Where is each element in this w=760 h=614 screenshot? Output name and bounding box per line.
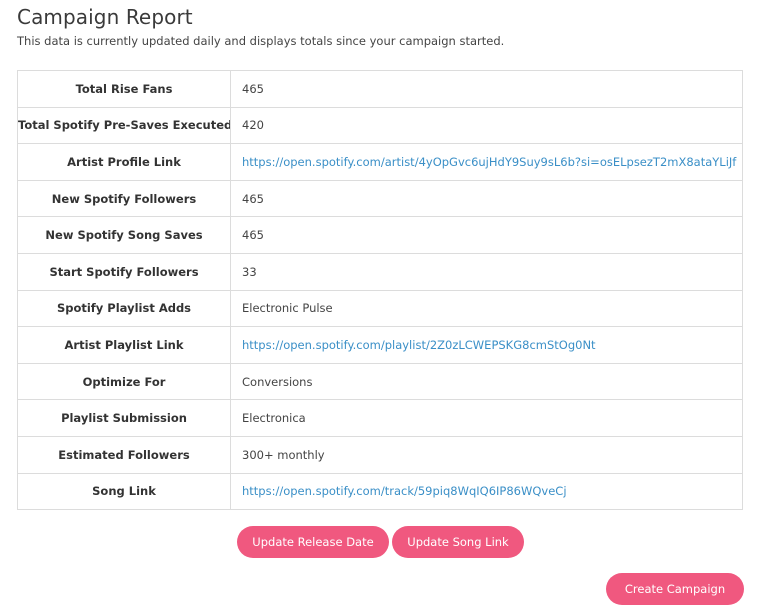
table-row-total-rise-fans: Total Rise Fans 465	[17, 70, 743, 108]
table-row-playlist-submission: Playlist Submission Electronica	[17, 399, 743, 437]
row-value-cell: https://open.spotify.com/playlist/2Z0zLC…	[230, 326, 743, 364]
row-label: Start Spotify Followers	[17, 252, 231, 291]
update-song-link-button[interactable]: Update Song Link	[392, 526, 524, 558]
row-value: Electronica	[230, 399, 743, 437]
row-label: New Spotify Song Saves	[17, 216, 231, 254]
table-row-new-song-saves: New Spotify Song Saves 465	[17, 216, 743, 254]
row-value: 465	[230, 179, 743, 217]
table-row-song-link: Song Link https://open.spotify.com/track…	[17, 472, 743, 510]
table-row-playlist-adds: Spotify Playlist Adds Electronic Pulse	[17, 289, 743, 327]
row-label: Spotify Playlist Adds	[17, 289, 231, 327]
table-row-artist-profile-link: Artist Profile Link https://open.spotify…	[17, 143, 743, 181]
song-link[interactable]: https://open.spotify.com/track/59piq8WqI…	[242, 484, 567, 498]
row-label: Artist Profile Link	[17, 143, 231, 181]
page-title: Campaign Report	[17, 5, 193, 29]
table-row-new-followers: New Spotify Followers 465	[17, 179, 743, 217]
table-row-estimated-followers: Estimated Followers 300+ monthly	[17, 435, 743, 474]
table-row-optimize-for: Optimize For Conversions	[17, 362, 743, 400]
artist-playlist-link[interactable]: https://open.spotify.com/playlist/2Z0zLC…	[242, 338, 596, 352]
table-row-artist-playlist-link: Artist Playlist Link https://open.spotif…	[17, 326, 743, 364]
row-value: 465	[242, 81, 264, 96]
table-row-total-pre-saves: Total Spotify Pre-Saves Executed 420	[17, 106, 743, 144]
row-value: 465	[230, 216, 743, 254]
row-label: Estimated Followers	[17, 435, 231, 474]
artist-profile-link[interactable]: https://open.spotify.com/artist/4yOpGvc6…	[242, 155, 736, 169]
row-value: 420	[230, 106, 743, 144]
row-value: 33	[230, 252, 743, 291]
row-value: Electronic Pulse	[230, 289, 743, 327]
row-value: 300+ monthly	[230, 435, 743, 474]
row-label: New Spotify Followers	[17, 179, 231, 217]
row-value-cell: https://open.spotify.com/artist/4yOpGvc6…	[230, 143, 743, 181]
row-label: Optimize For	[17, 362, 231, 400]
page-subtitle: This data is currently updated daily and…	[17, 34, 505, 48]
row-label: Artist Playlist Link	[17, 326, 231, 364]
campaign-report-table: Total Rise Fans 465 Total Spotify Pre-Sa…	[17, 70, 743, 511]
row-label: Total Spotify Pre-Saves Executed	[17, 106, 231, 144]
row-label: Total Rise Fans	[17, 70, 231, 108]
row-label: Playlist Submission	[17, 399, 231, 437]
row-label: Song Link	[17, 472, 231, 510]
row-value-cell: https://open.spotify.com/track/59piq8WqI…	[230, 472, 743, 510]
update-release-date-button[interactable]: Update Release Date	[237, 526, 389, 558]
row-value: Conversions	[230, 362, 743, 400]
create-campaign-button[interactable]: Create Campaign	[606, 573, 744, 605]
table-row-start-followers: Start Spotify Followers 33	[17, 252, 743, 291]
